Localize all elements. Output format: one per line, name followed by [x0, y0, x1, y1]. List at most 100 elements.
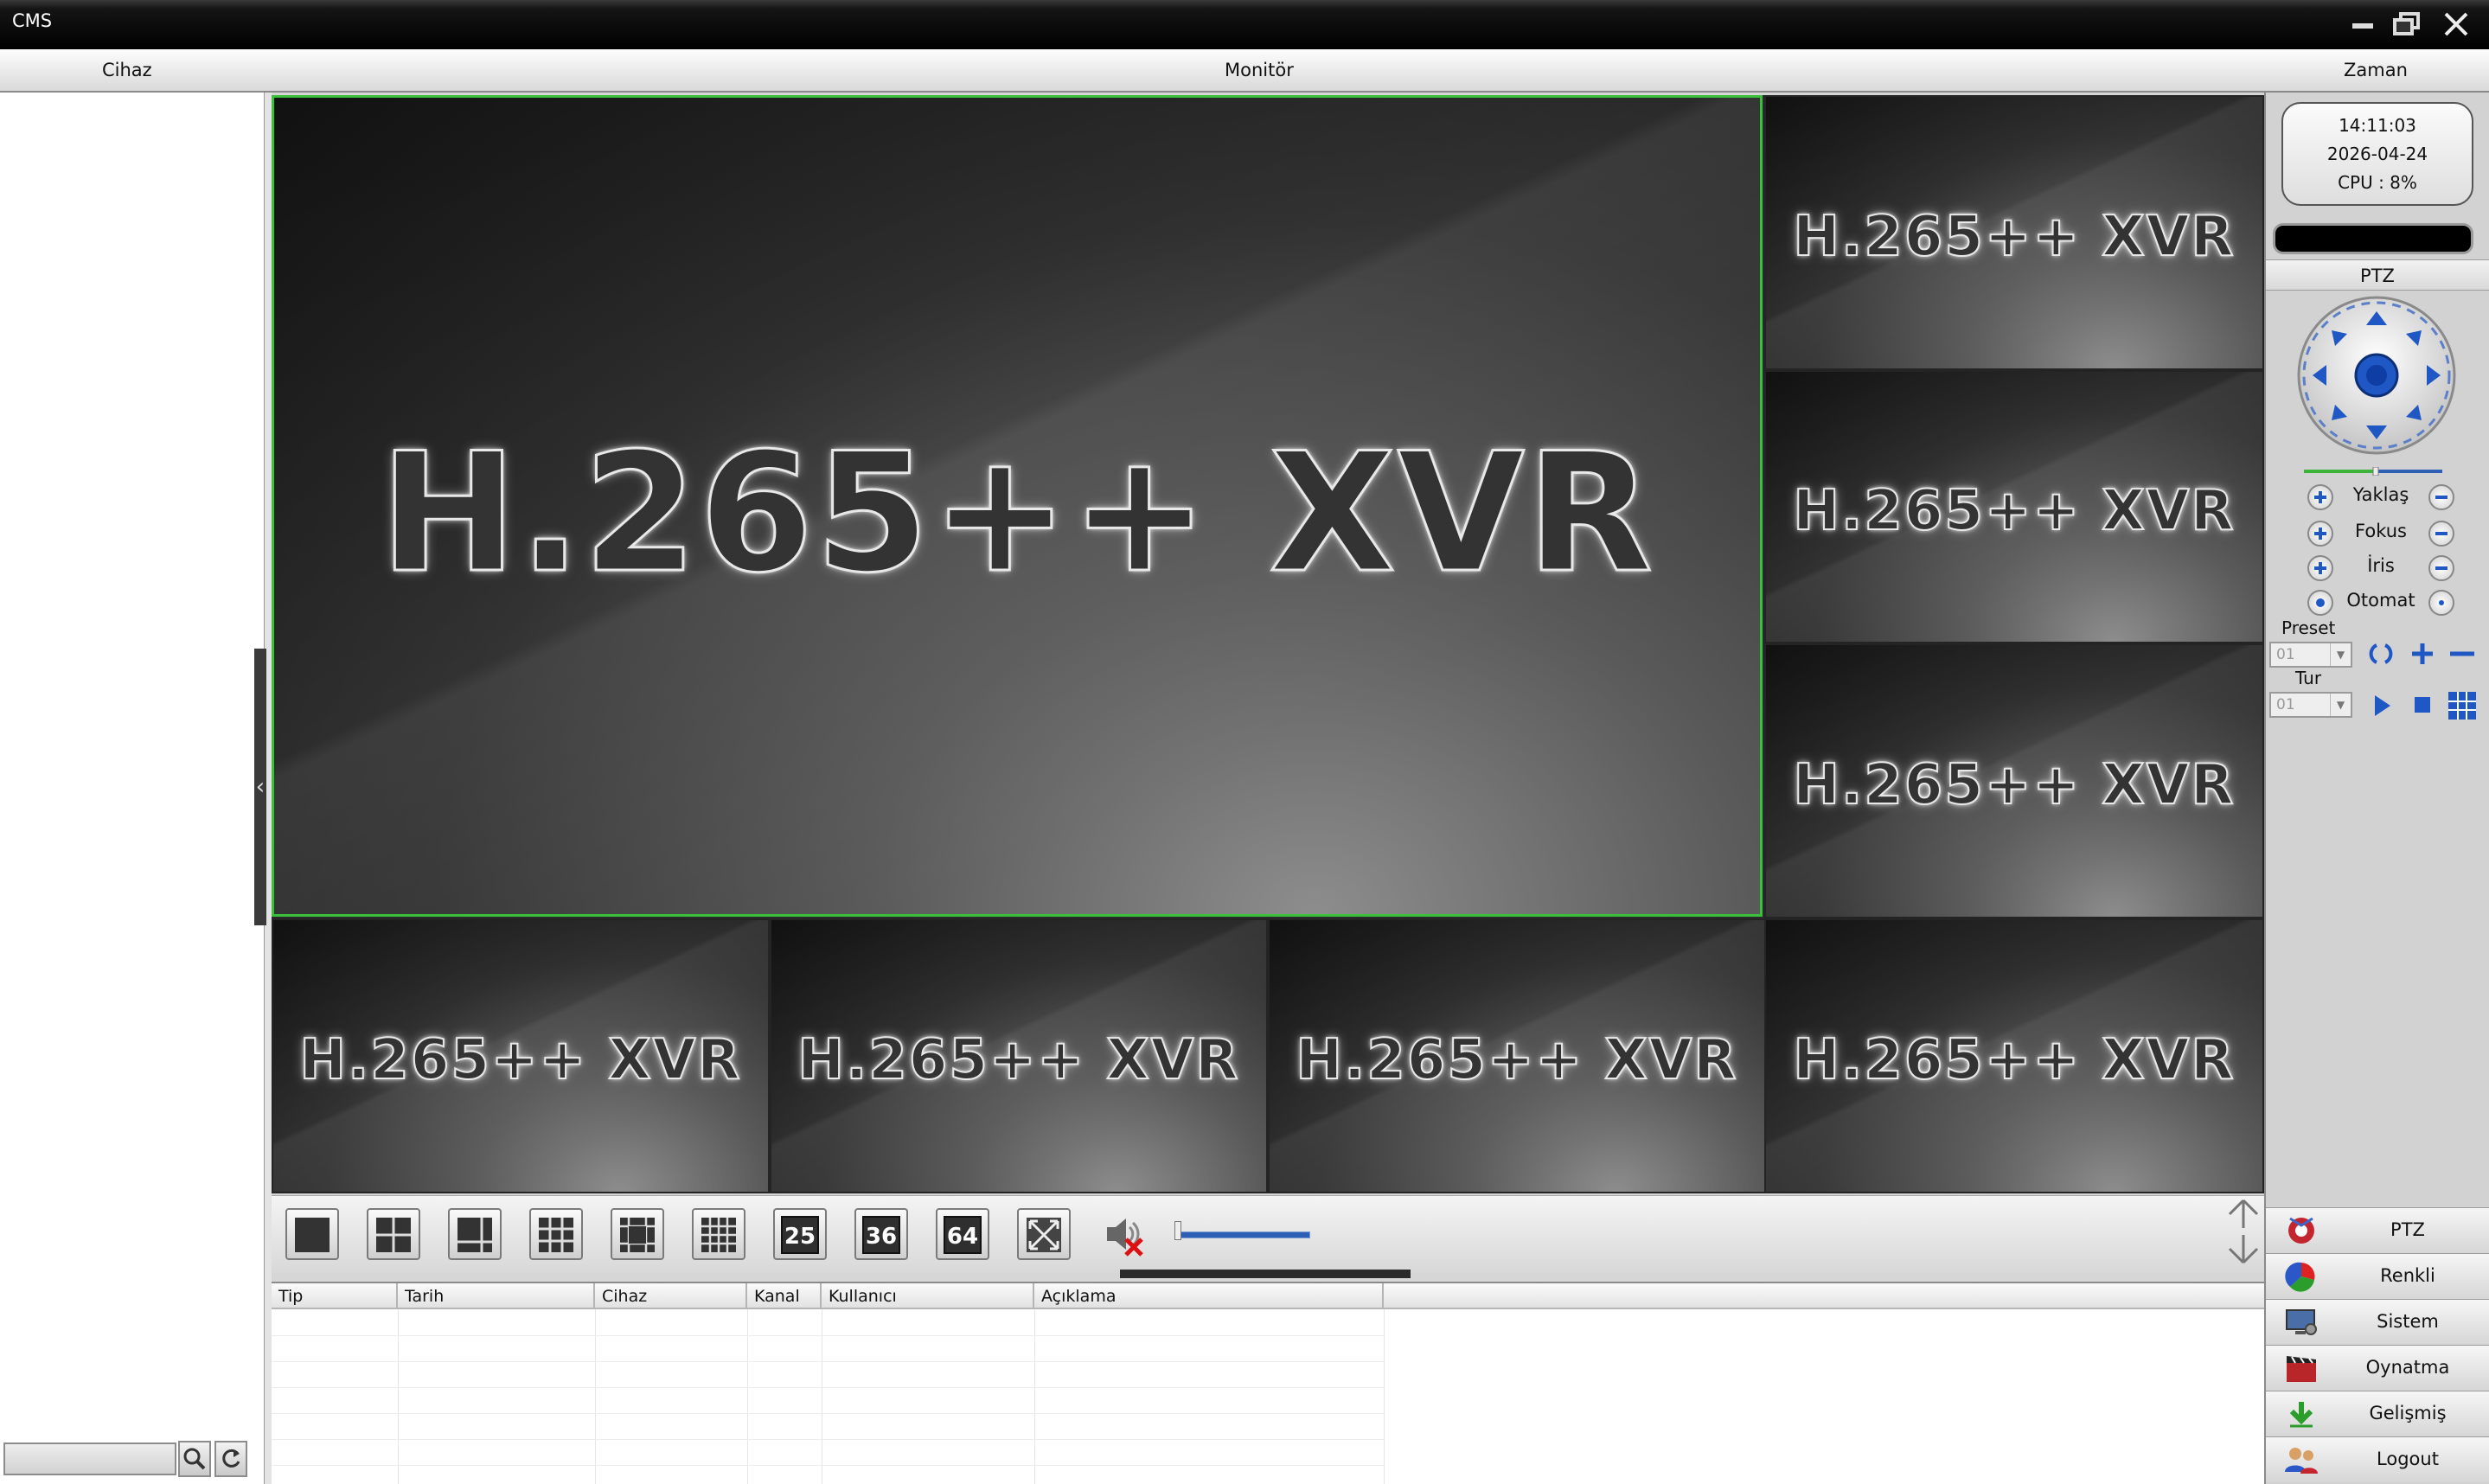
cpu-usage: CPU : 8%	[2338, 172, 2417, 193]
video-channel-6[interactable]: H.265++ XVR	[770, 918, 1268, 1193]
layout-8-button[interactable]	[611, 1208, 664, 1260]
menu-ptz[interactable]: PTZ	[2266, 1207, 2489, 1253]
column-date[interactable]: Tarih	[398, 1283, 595, 1309]
speaker-mute-icon	[1107, 1219, 1143, 1257]
layout-1-icon	[295, 1218, 330, 1252]
layout-64-button[interactable]: 64	[936, 1208, 989, 1260]
menu-logout-label: Logout	[2377, 1449, 2439, 1469]
focus-far-button[interactable]	[2428, 521, 2454, 547]
video-channel-8[interactable]: H.265++ XVR	[1764, 918, 2264, 1193]
minus-icon	[2435, 496, 2447, 499]
tour-select[interactable]: 01 ▼	[2269, 692, 2352, 718]
column-description[interactable]: Açıklama	[1034, 1283, 1384, 1309]
download-arrow-icon	[2289, 1402, 2313, 1428]
menu-system[interactable]: Sistem	[2266, 1299, 2489, 1345]
video-channel-7[interactable]: H.265++ XVR	[1268, 918, 1766, 1193]
color-wheel-icon	[2285, 1262, 2315, 1292]
clapperboard-icon	[2287, 1356, 2316, 1382]
volume-slider-knob[interactable]	[1174, 1221, 1181, 1240]
close-button[interactable]	[2437, 7, 2475, 42]
fullscreen-button[interactable]	[1017, 1208, 1071, 1260]
toolbar-scroll-arrows[interactable]	[2224, 1197, 2262, 1266]
ptz-direction-pad[interactable]	[2295, 294, 2458, 457]
tour-grid-button[interactable]	[2446, 690, 2479, 721]
plus-icon	[2314, 491, 2326, 503]
column-device[interactable]: Cihaz	[595, 1283, 747, 1309]
row-divider	[272, 1439, 1384, 1440]
menu-color[interactable]: Renkli	[2266, 1253, 2489, 1299]
layout-4-icon	[376, 1218, 411, 1252]
layout-4-button[interactable]	[367, 1208, 420, 1260]
zoom-out-button[interactable]	[2428, 484, 2454, 510]
speed-track	[2304, 466, 2442, 477]
panel-header: Cihaz Monitör Zaman	[0, 49, 2489, 93]
log-panel-drag-handle[interactable]	[1120, 1270, 1411, 1278]
fullscreen-icon	[1027, 1218, 1061, 1252]
layout-25-button[interactable]: 25	[773, 1208, 827, 1260]
video-channel-4[interactable]: H.265++ XVR	[1764, 643, 2264, 918]
focus-near-button[interactable]	[2307, 521, 2333, 547]
iris-row: İris	[2307, 553, 2454, 583]
dot-icon	[2439, 600, 2444, 605]
mute-button[interactable]	[1100, 1210, 1149, 1258]
tour-label: Tur	[2295, 668, 2322, 688]
column-type[interactable]: Tip	[272, 1283, 398, 1309]
auto-off-button[interactable]	[2428, 590, 2454, 616]
ptz-title: PTZ	[2266, 259, 2489, 291]
iris-open-button[interactable]	[2307, 555, 2333, 581]
tour-play-button[interactable]	[2364, 690, 2397, 721]
row-divider	[272, 1413, 1384, 1414]
clock-date: 2026-04-24	[2326, 144, 2428, 164]
refresh-button[interactable]	[214, 1441, 247, 1477]
minimize-button[interactable]	[2344, 7, 2382, 42]
plus-icon	[2314, 528, 2326, 540]
users-icon	[2285, 1448, 2318, 1474]
plus-icon	[2412, 643, 2433, 664]
menu-advanced[interactable]: Gelişmiş	[2266, 1391, 2489, 1436]
log-header-row: Tip Tarih Cihaz Kanal Kullanıcı Açıklama	[272, 1283, 2264, 1309]
ptz-speed-slider[interactable]	[2304, 463, 2442, 477]
auto-on-button[interactable]	[2307, 590, 2333, 616]
layout-1-button[interactable]	[285, 1208, 339, 1260]
search-button[interactable]	[178, 1441, 211, 1477]
video-channel-5[interactable]: H.265++ XVR	[272, 918, 770, 1193]
column-channel[interactable]: Kanal	[747, 1283, 822, 1309]
device-panel-title: Cihaz	[102, 60, 152, 80]
channel-1-label: H.265++ XVR	[378, 417, 1655, 611]
layout-36-button[interactable]: 36	[854, 1208, 908, 1260]
device-tree[interactable]	[0, 93, 265, 1484]
row-divider	[272, 1361, 1384, 1362]
preset-add-button[interactable]	[2406, 638, 2439, 669]
layout-16-button[interactable]	[692, 1208, 745, 1260]
volume-slider[interactable]	[1176, 1231, 1310, 1238]
column-user[interactable]: Kullanıcı	[822, 1283, 1034, 1309]
layout-9-button[interactable]	[529, 1208, 583, 1260]
iris-close-button[interactable]	[2428, 555, 2454, 581]
preset-select[interactable]: 01 ▼	[2269, 642, 2352, 668]
auto-label: Otomat	[2346, 590, 2415, 611]
collapse-panel-handle[interactable]: ‹	[254, 649, 266, 925]
layout-25-label: 25	[781, 1216, 819, 1254]
menu-logout[interactable]: Logout	[2266, 1436, 2489, 1482]
layout-6-button[interactable]	[448, 1208, 502, 1260]
video-channel-2[interactable]: H.265++ XVR	[1764, 95, 2264, 370]
preset-call-button[interactable]	[2364, 638, 2397, 669]
layout-6-icon	[457, 1218, 492, 1252]
device-search-input[interactable]	[3, 1442, 176, 1475]
plus-icon	[2314, 562, 2326, 574]
video-grid: H.265++ XVR H.265++ XVR H.265++ XVR H.26…	[272, 95, 2264, 1193]
tour-stop-button[interactable]	[2406, 690, 2439, 721]
menu-playback[interactable]: Oynatma	[2266, 1345, 2489, 1391]
menu-playback-label: Oynatma	[2365, 1357, 2450, 1378]
row-divider	[272, 1465, 1384, 1466]
search-icon	[183, 1448, 206, 1470]
preset-delete-button[interactable]	[2446, 638, 2479, 669]
focus-label: Fokus	[2355, 521, 2407, 541]
play-icon	[2375, 695, 2390, 716]
zoom-in-button[interactable]	[2307, 484, 2333, 510]
restore-button[interactable]	[2387, 7, 2425, 42]
video-channel-3[interactable]: H.265++ XVR	[1764, 370, 2264, 643]
video-channel-1[interactable]: H.265++ XVR	[272, 95, 1763, 917]
channel-3-label: H.265++ XVR	[1792, 478, 2236, 544]
clock-display: 14:11:03 2026-04-24 CPU : 8%	[2281, 102, 2473, 206]
